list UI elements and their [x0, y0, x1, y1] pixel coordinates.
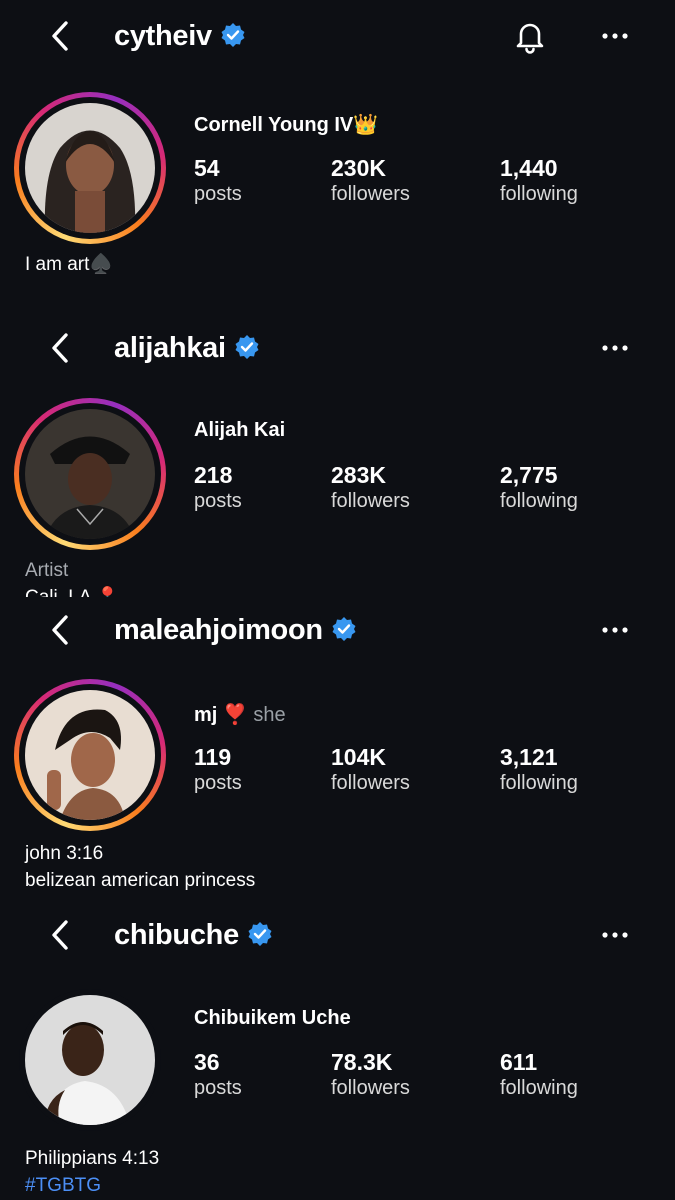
- bio-line: john 3:16: [25, 843, 104, 864]
- more-options-icon[interactable]: [600, 338, 630, 358]
- profile-header: cytheiv: [0, 6, 675, 66]
- notification-bell-icon[interactable]: [512, 18, 548, 54]
- verified-badge-icon: [221, 23, 245, 48]
- username: cytheiv: [114, 18, 246, 54]
- back-chevron-icon[interactable]: [46, 917, 76, 953]
- posts-stat[interactable]: 218 posts: [194, 462, 242, 514]
- followers-count: 230K: [331, 155, 386, 181]
- followers-count: 283K: [331, 462, 386, 488]
- username-text: chibuche: [114, 919, 239, 951]
- verified-badge-icon: [332, 617, 356, 642]
- pronouns: she: [253, 704, 286, 726]
- posts-label: posts: [194, 772, 242, 794]
- username-text: cytheiv: [114, 20, 212, 52]
- more-options-icon[interactable]: [600, 925, 630, 945]
- posts-count: 54: [194, 155, 220, 181]
- full-name: Chibuikem Uche: [194, 1007, 351, 1029]
- more-options-icon[interactable]: [600, 26, 630, 46]
- bio: Philippians 4:13 #TGBTG: [25, 1145, 159, 1199]
- username-text: maleahjoimoon: [114, 614, 323, 646]
- bio-line: Cali, LA 📍: [25, 584, 119, 597]
- bio: john 3:16 belizean american princess: [25, 840, 255, 894]
- posts-label: posts: [194, 183, 242, 205]
- full-name: Alijah Kai: [194, 419, 286, 441]
- story-ring[interactable]: [14, 92, 166, 244]
- posts-label: posts: [194, 490, 242, 512]
- followers-count: 104K: [331, 744, 386, 770]
- back-chevron-icon[interactable]: [46, 18, 76, 54]
- avatar: [25, 409, 155, 539]
- following-stat[interactable]: 3,121 following: [500, 744, 578, 796]
- following-count: 3,121: [500, 744, 558, 770]
- bio-category: Artist: [25, 560, 69, 581]
- username: alijahkai: [114, 330, 260, 366]
- followers-count: 78.3K: [331, 1049, 393, 1075]
- posts-count: 119: [194, 744, 232, 770]
- following-label: following: [500, 1077, 578, 1099]
- bio: I am art♠️: [25, 251, 113, 278]
- followers-stat[interactable]: 104K followers: [331, 744, 410, 796]
- story-ring[interactable]: [14, 679, 166, 831]
- posts-stat[interactable]: 36 posts: [194, 1049, 242, 1101]
- posts-label: posts: [194, 1077, 242, 1099]
- avatar-container[interactable]: [14, 984, 166, 1136]
- followers-label: followers: [331, 1077, 410, 1099]
- full-name-text: mj ❣️: [194, 704, 248, 726]
- following-stat[interactable]: 1,440 following: [500, 155, 578, 207]
- following-count: 1,440: [500, 155, 558, 181]
- followers-stat[interactable]: 230K followers: [331, 155, 410, 207]
- followers-label: followers: [331, 490, 410, 512]
- posts-count: 218: [194, 462, 233, 488]
- profile-header: maleahjoimoon: [0, 600, 675, 660]
- bio: Artist Cali, LA 📍: [25, 557, 119, 597]
- username: maleahjoimoon: [114, 612, 357, 648]
- story-ring[interactable]: [14, 398, 166, 550]
- avatar: [25, 995, 155, 1125]
- followers-label: followers: [331, 772, 410, 794]
- full-name: Cornell Young IV👑: [194, 114, 379, 136]
- following-count: 611: [500, 1049, 538, 1075]
- following-label: following: [500, 772, 578, 794]
- following-count: 2,775: [500, 462, 558, 488]
- bio-line: I am art♠️: [25, 254, 114, 275]
- avatar: [25, 103, 155, 233]
- profile-header: chibuche: [0, 905, 675, 965]
- profile-header: alijahkai: [0, 318, 675, 378]
- following-stat[interactable]: 2,775 following: [500, 462, 578, 514]
- username-text: alijahkai: [114, 332, 226, 364]
- more-options-icon[interactable]: [600, 620, 630, 640]
- full-name: mj ❣️ she: [194, 702, 286, 727]
- back-chevron-icon[interactable]: [46, 330, 76, 366]
- bio-line: Philippians 4:13: [25, 1148, 160, 1169]
- following-label: following: [500, 183, 578, 205]
- following-label: following: [500, 490, 578, 512]
- verified-badge-icon: [248, 922, 272, 947]
- posts-stat[interactable]: 54 posts: [194, 155, 242, 207]
- verified-badge-icon: [235, 335, 259, 360]
- posts-stat[interactable]: 119 posts: [194, 744, 242, 796]
- followers-label: followers: [331, 183, 410, 205]
- bio-hashtag-link[interactable]: #TGBTG: [25, 1172, 159, 1199]
- followers-stat[interactable]: 78.3K followers: [331, 1049, 410, 1101]
- followers-stat[interactable]: 283K followers: [331, 462, 410, 514]
- back-chevron-icon[interactable]: [46, 612, 76, 648]
- avatar: [25, 690, 155, 820]
- posts-count: 36: [194, 1049, 220, 1075]
- bio-line: belizean american princess: [25, 870, 256, 891]
- following-stat[interactable]: 611 following: [500, 1049, 578, 1101]
- username: chibuche: [114, 917, 273, 953]
